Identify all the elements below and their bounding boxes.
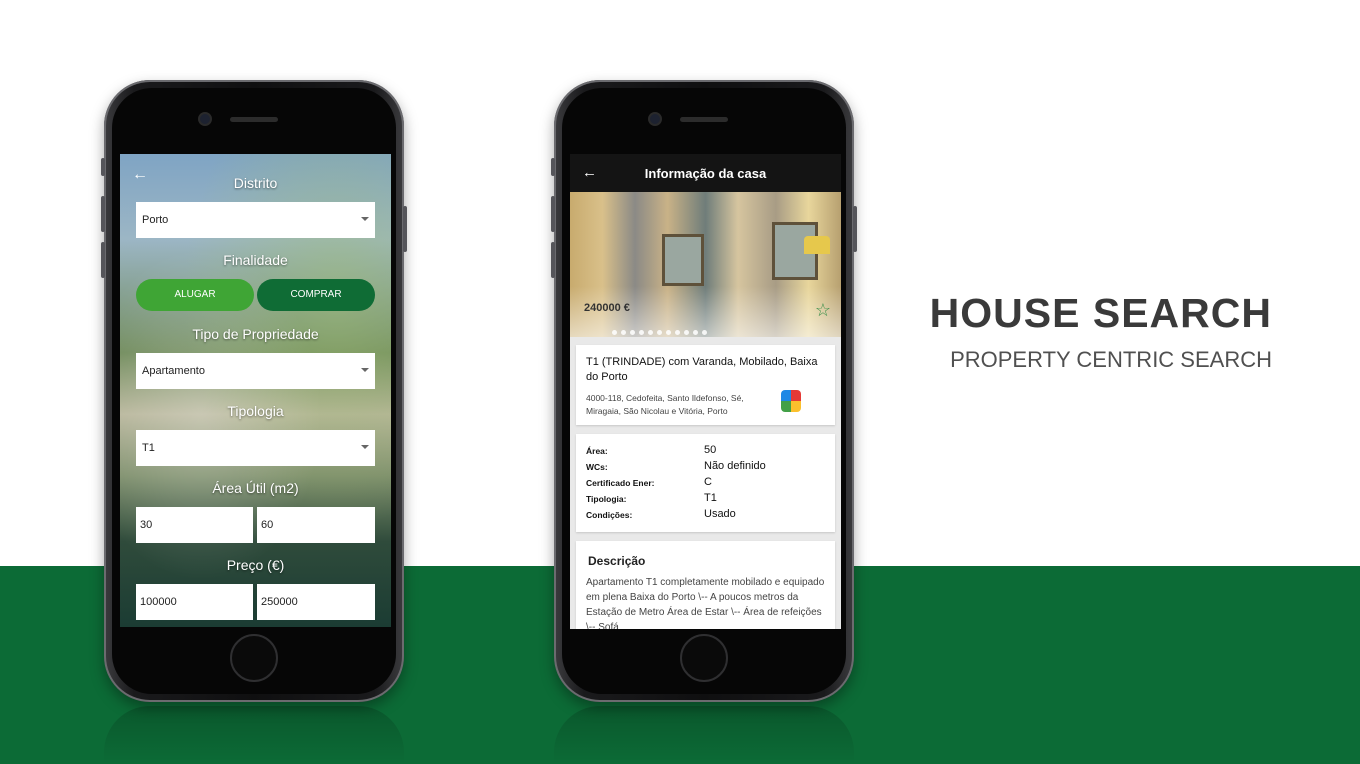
dropdown-caret-icon	[361, 445, 369, 449]
front-camera	[200, 114, 210, 124]
distrito-label: Distrito	[233, 175, 278, 191]
phone-mute-switch	[101, 158, 105, 176]
spec-key: Certificado Ener:	[586, 478, 655, 488]
tipologia-value: T1	[142, 442, 155, 454]
spec-row: Condições: Usado	[586, 508, 826, 524]
agency-logo-icon	[781, 390, 801, 412]
listing-address: 4000-118, Cedofeita, Santo Ildefonso, Sé…	[586, 393, 744, 416]
carousel-dot[interactable]	[648, 330, 653, 335]
phone-reflection	[554, 706, 854, 764]
carousel-dot[interactable]	[621, 330, 626, 335]
spec-value: T1	[704, 492, 717, 504]
carousel-dot[interactable]	[675, 330, 680, 335]
description-card: Descrição Apartamento T1 completamente m…	[576, 541, 835, 629]
spec-value: Usado	[704, 508, 736, 520]
spec-row: Tipologia: T1	[586, 492, 826, 508]
phone-mockup-detail: ← Informação da casa 240000 € ☆ T1 (TRIN…	[551, 80, 857, 702]
preco-min-input[interactable]: 100000	[136, 584, 253, 620]
detail-screen: ← Informação da casa 240000 € ☆ T1 (TRIN…	[570, 154, 841, 629]
tipo-propriedade-select[interactable]: Apartamento	[136, 353, 375, 389]
phone-power-button	[853, 206, 857, 252]
property-photo-carousel[interactable]: 240000 € ☆	[570, 192, 841, 337]
photo-window	[662, 234, 704, 286]
carousel-dots[interactable]	[612, 322, 711, 335]
phone-mute-switch	[551, 158, 555, 176]
detail-app-bar: ← Informação da casa	[570, 154, 841, 192]
spec-key: WCs:	[586, 462, 608, 472]
distrito-value: Porto	[142, 214, 169, 226]
home-button	[230, 634, 278, 682]
phone-mockup-search: ← Distrito Porto Finalidade ALUGAR COMPR…	[101, 80, 407, 702]
tipologia-select[interactable]: T1	[136, 430, 375, 466]
area-max-input[interactable]: 60	[257, 507, 375, 543]
carousel-dot[interactable]	[666, 330, 671, 335]
spec-value: Não definido	[704, 460, 766, 472]
preco-max-input[interactable]: 250000	[257, 584, 375, 620]
spec-key: Condições:	[586, 510, 633, 520]
photo-lamp	[804, 236, 830, 254]
spec-key: Tipologia:	[586, 494, 627, 504]
carousel-dot[interactable]	[612, 330, 617, 335]
tipo-propriedade-label: Tipo de Propriedade	[192, 326, 319, 342]
carousel-dot[interactable]	[684, 330, 689, 335]
dropdown-caret-icon	[361, 217, 369, 221]
distrito-select[interactable]: Porto	[136, 202, 375, 238]
area-min-input[interactable]: 30	[136, 507, 253, 543]
carousel-dot[interactable]	[657, 330, 662, 335]
area-util-label: Área Útil (m2)	[212, 480, 299, 496]
preco-label: Preço (€)	[226, 557, 285, 573]
specs-card: Área: 50 WCs: Não definido Certificado E…	[576, 434, 835, 532]
carousel-dot[interactable]	[693, 330, 698, 335]
phone-volume-down	[101, 242, 105, 278]
spec-row: WCs: Não definido	[586, 460, 826, 476]
carousel-dot[interactable]	[630, 330, 635, 335]
detail-title: Informação da casa	[644, 166, 767, 181]
spec-key: Área:	[586, 446, 608, 456]
spec-row: Certificado Ener: C	[586, 476, 826, 492]
phone-power-button	[403, 206, 407, 252]
description-text: Apartamento T1 completamente mobilado e …	[586, 577, 825, 629]
listing-summary-card: T1 (TRINDADE) com Varanda, Mobilado, Bai…	[576, 345, 835, 425]
tipo-propriedade-value: Apartamento	[142, 365, 205, 377]
earpiece-speaker	[680, 117, 728, 122]
phone-volume-down	[551, 242, 555, 278]
home-button	[680, 634, 728, 682]
dropdown-caret-icon	[361, 368, 369, 372]
comprar-toggle-button[interactable]: COMPRAR	[257, 279, 375, 311]
spec-value: C	[704, 476, 712, 488]
description-title: Descrição	[588, 554, 646, 568]
favorite-star-icon[interactable]: ☆	[815, 300, 831, 321]
front-camera	[650, 114, 660, 124]
spec-row: Área: 50	[586, 444, 826, 460]
page-subtitle: PROPERTY CENTRIC SEARCH	[950, 347, 1272, 372]
carousel-dot[interactable]	[639, 330, 644, 335]
search-screen: ← Distrito Porto Finalidade ALUGAR COMPR…	[120, 154, 391, 627]
spec-value: 50	[704, 444, 717, 456]
finalidade-label: Finalidade	[223, 252, 288, 268]
alugar-toggle-button[interactable]: ALUGAR	[136, 279, 254, 311]
listing-title: T1 (TRINDADE) com Varanda, Mobilado, Bai…	[586, 356, 818, 383]
property-price: 240000 €	[584, 302, 630, 314]
carousel-dot[interactable]	[702, 330, 707, 335]
phone-volume-up	[551, 196, 555, 232]
phone-volume-up	[101, 196, 105, 232]
phone-reflection	[104, 706, 404, 764]
tipologia-label: Tipologia	[227, 403, 284, 419]
earpiece-speaker	[230, 117, 278, 122]
page-title: HOUSE SEARCH	[929, 290, 1272, 336]
